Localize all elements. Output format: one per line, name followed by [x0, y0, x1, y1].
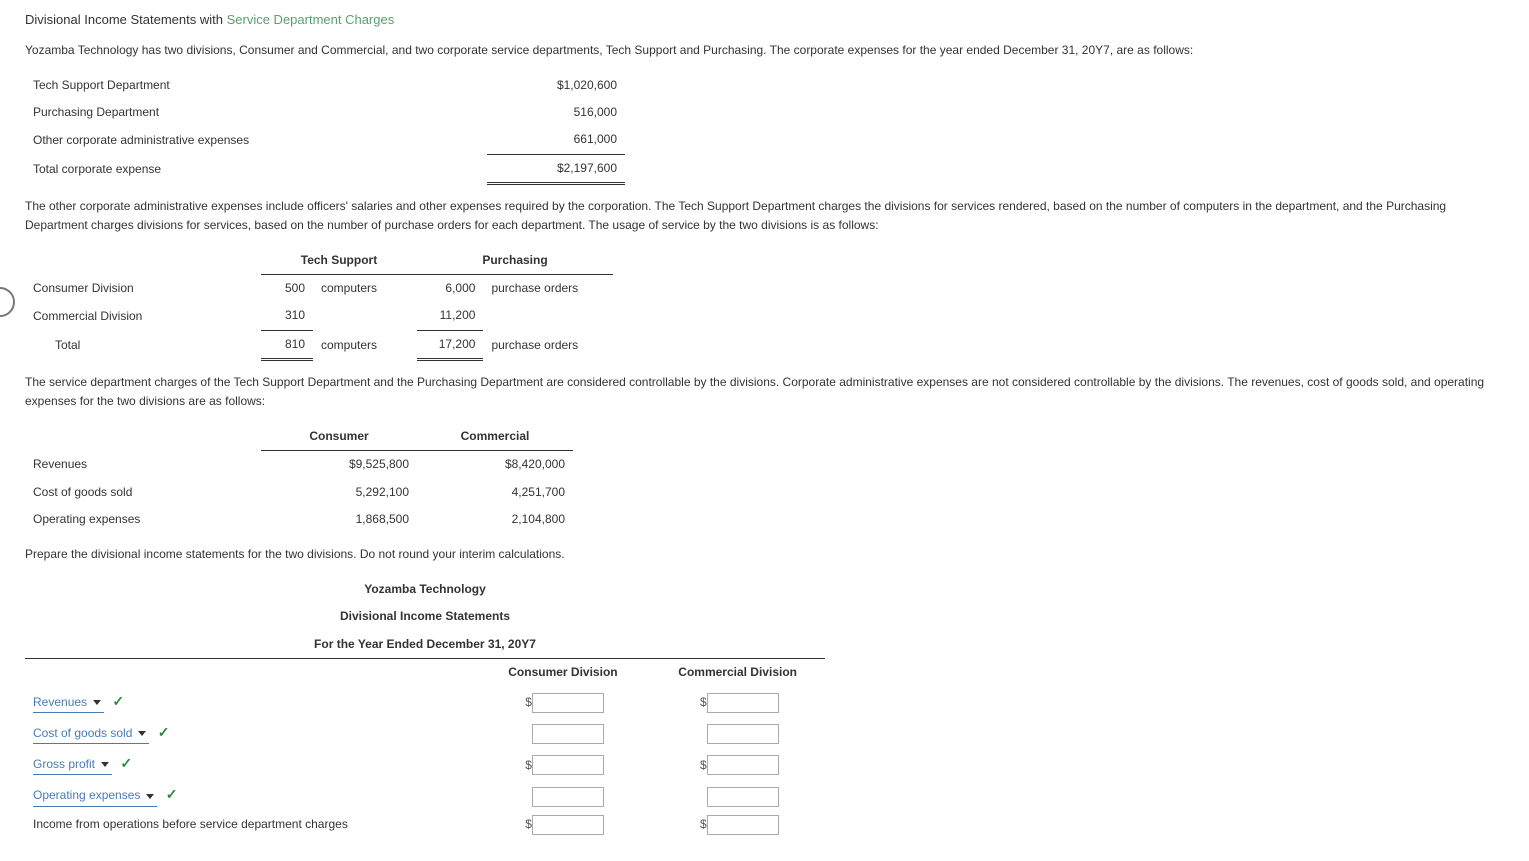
statement-title: Divisional Income Statements: [25, 603, 825, 630]
statement-row: Income from operations before service de…: [25, 811, 825, 839]
input-consumer-income[interactable]: [532, 815, 604, 835]
table-row: Commercial Division 310 11,200: [25, 302, 613, 330]
col-header-commercial: Commercial Division: [650, 658, 825, 686]
statement-period: For the Year Ended December 31, 20Y7: [25, 631, 825, 659]
line-dropdown-gross[interactable]: Gross profit: [33, 755, 112, 775]
usage-table: Tech Support Purchasing Consumer Divisio…: [25, 247, 613, 361]
col-header-consumer: Consumer Division: [476, 658, 651, 686]
title-link[interactable]: Service Department Charges: [227, 12, 395, 27]
check-icon: ✓: [158, 724, 170, 740]
statement-row: Operating expenses ✓: [25, 779, 825, 810]
chevron-down-icon: [146, 794, 154, 799]
table-row: Tech Support Department$1,020,600: [25, 72, 625, 99]
statement-row: Gross profit ✓ $ $: [25, 748, 825, 779]
table-row: Operating expenses1,868,5002,104,800: [25, 506, 573, 533]
statement-company: Yozamba Technology: [25, 576, 825, 603]
input-consumer-gross[interactable]: [532, 755, 604, 775]
line-dropdown-revenues[interactable]: Revenues: [33, 693, 104, 713]
input-consumer-cogs[interactable]: [532, 724, 604, 744]
side-nav-button[interactable]: [0, 287, 15, 317]
table-row-total: Total corporate expense$2,197,600: [25, 154, 625, 183]
table-row-total: Total 810computers 17,200purchase orders: [25, 330, 613, 359]
page-title: Divisional Income Statements with Servic…: [25, 10, 1504, 31]
chevron-down-icon: [138, 731, 146, 736]
input-commercial-opex[interactable]: [707, 787, 779, 807]
corporate-expenses-table: Tech Support Department$1,020,600 Purcha…: [25, 72, 625, 185]
table-row: Other corporate administrative expenses6…: [25, 126, 625, 154]
line-dropdown-opex[interactable]: Operating expenses: [33, 786, 157, 806]
static-line-label: Income from operations before service de…: [25, 811, 476, 839]
paragraph-3: The service department charges of the Te…: [25, 373, 1504, 411]
check-icon: ✓: [166, 786, 178, 802]
input-commercial-revenues[interactable]: [707, 693, 779, 713]
check-icon: ✓: [120, 755, 132, 771]
input-commercial-income[interactable]: [707, 815, 779, 835]
paragraph-2: The other corporate administrative expen…: [25, 197, 1504, 235]
table-row: Purchasing Department516,000: [25, 99, 625, 126]
instruction-paragraph: Prepare the divisional income statements…: [25, 545, 1504, 564]
input-consumer-opex[interactable]: [532, 787, 604, 807]
check-icon: ✓: [112, 693, 124, 709]
input-consumer-revenues[interactable]: [532, 693, 604, 713]
income-statement-table: Yozamba Technology Divisional Income Sta…: [25, 576, 825, 839]
table-row: Cost of goods sold5,292,1004,251,700: [25, 479, 573, 506]
line-dropdown-cogs[interactable]: Cost of goods sold: [33, 724, 149, 744]
table-row: Consumer Division 500computers 6,000purc…: [25, 275, 613, 303]
statement-row: Cost of goods sold ✓: [25, 717, 825, 748]
input-commercial-cogs[interactable]: [707, 724, 779, 744]
division-data-table: Consumer Commercial Revenues$9,525,800$8…: [25, 423, 573, 533]
chevron-down-icon: [101, 762, 109, 767]
chevron-down-icon: [93, 700, 101, 705]
statement-row: Revenues ✓ $ $: [25, 686, 825, 717]
intro-paragraph: Yozamba Technology has two divisions, Co…: [25, 41, 1504, 60]
table-row: Revenues$9,525,800$8,420,000: [25, 451, 573, 479]
input-commercial-gross[interactable]: [707, 755, 779, 775]
